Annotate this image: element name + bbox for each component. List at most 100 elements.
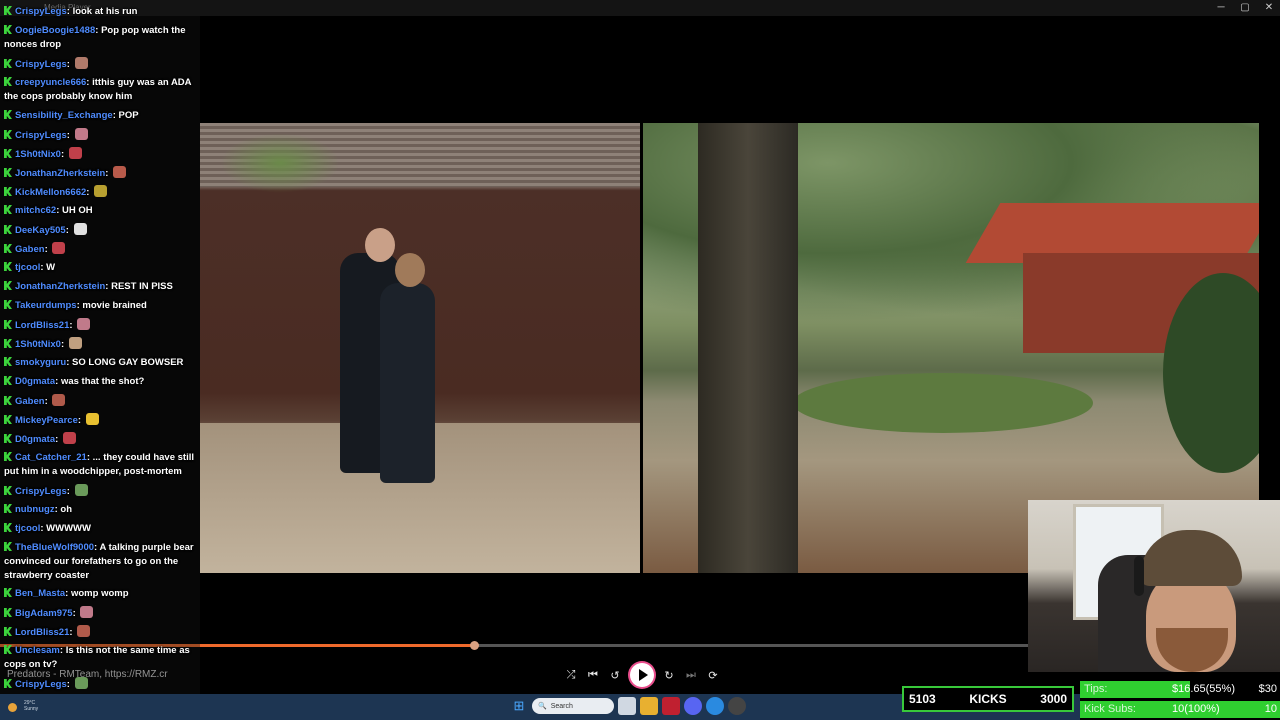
- chat-username[interactable]: CrispyLegs: [15, 59, 67, 70]
- officer-head-2: [395, 253, 425, 287]
- chat-username[interactable]: tjcool: [15, 262, 40, 273]
- chat-message: OogieBoogie1488: Pop pop watch the nonce…: [4, 25, 186, 50]
- chat-username[interactable]: JonathanZherkstein: [15, 168, 105, 179]
- chat-message: 1Sh0tNix0:: [4, 147, 196, 162]
- chat-username[interactable]: LordBliss21: [15, 627, 69, 638]
- chat-text: POP: [118, 110, 139, 121]
- tips-goal: $30: [1258, 683, 1277, 695]
- chat-text: look at his run: [72, 6, 138, 17]
- chat-username[interactable]: CrispyLegs: [15, 486, 67, 497]
- chat-message: D0gmata:: [4, 432, 196, 447]
- chat-message: DeeKay505:: [4, 223, 196, 238]
- chat-username[interactable]: KickMellon6662: [15, 187, 86, 198]
- browser-icon[interactable]: [706, 697, 724, 715]
- rewind-icon[interactable]: ↺: [604, 662, 626, 688]
- media-app-icon[interactable]: [662, 697, 680, 715]
- kicks-current: 5103: [909, 692, 936, 706]
- kick-badge-icon: [4, 627, 12, 636]
- minimize-button[interactable]: ─: [1210, 0, 1232, 16]
- chat-username[interactable]: DeeKay505: [15, 225, 66, 236]
- chat-username[interactable]: creepyuncle666: [15, 77, 86, 88]
- taskbar-icons: ⊞ 🔍 Search: [510, 697, 746, 715]
- chat-username[interactable]: JonathanZherkstein: [15, 281, 105, 292]
- chat-username[interactable]: Gaben: [15, 396, 45, 407]
- media-player-icon[interactable]: [728, 697, 746, 715]
- chat-username[interactable]: nubnugz: [15, 504, 55, 515]
- chat-username[interactable]: Sensibility_Exchange: [15, 110, 113, 121]
- maximize-button[interactable]: ▢: [1234, 0, 1256, 16]
- forward-icon[interactable]: ↻: [658, 662, 680, 688]
- chat-overlay: CrispyLegs: look at his run OogieBoogie14…: [0, 0, 200, 694]
- chat-username[interactable]: CrispyLegs: [15, 6, 67, 17]
- chat-username[interactable]: D0gmata: [15, 434, 55, 445]
- grass-patch: [793, 373, 1093, 433]
- play-icon: [638, 669, 648, 681]
- chat-text: SO LONG GAY BOWSER: [72, 357, 184, 368]
- webcam-overlay: [1028, 500, 1280, 672]
- chat-message: Sensibility_Exchange: POP: [4, 109, 196, 123]
- previous-icon[interactable]: ⏮: [582, 662, 604, 688]
- next-icon[interactable]: ⏭: [680, 662, 702, 688]
- chat-username[interactable]: Unclesam: [15, 645, 60, 656]
- chat-username[interactable]: MickeyPearce: [15, 415, 78, 426]
- playback-controls: ⤮ ⏮ ↺ ↻ ⏭ ⟳: [560, 662, 724, 688]
- chat-username[interactable]: Takeurdumps: [15, 300, 77, 311]
- chat-text: REST IN PISS: [111, 281, 173, 292]
- chat-text: UH OH: [62, 205, 93, 216]
- kick-badge-icon: [4, 339, 12, 348]
- kick-badge-icon: [4, 262, 12, 271]
- chat-emote-icon: [74, 57, 88, 69]
- chat-username[interactable]: Ben_Masta: [15, 588, 65, 599]
- chat-text: was that the shot?: [60, 376, 145, 387]
- kick-badge-icon: [4, 205, 12, 214]
- close-button[interactable]: ✕: [1258, 0, 1280, 16]
- chat-username[interactable]: mitchc62: [15, 205, 56, 216]
- discord-icon[interactable]: [684, 697, 702, 715]
- kick-badge-icon: [4, 110, 12, 119]
- shuffle-icon[interactable]: ⤮: [560, 662, 582, 688]
- chat-message: Gaben:: [4, 394, 196, 409]
- chat-username[interactable]: CrispyLegs: [15, 130, 67, 141]
- chat-username[interactable]: BigAdam975: [15, 608, 73, 619]
- task-view-icon[interactable]: [618, 697, 636, 715]
- chat-emote-icon: [73, 223, 87, 235]
- play-button[interactable]: [630, 663, 654, 687]
- tips-label: Tips:: [1084, 683, 1108, 695]
- repeat-icon[interactable]: ⟳: [702, 662, 724, 688]
- weather-widget[interactable]: 29°C Sunny: [8, 700, 48, 712]
- chat-username[interactable]: 1Sh0tNix0: [15, 149, 61, 160]
- file-explorer-icon[interactable]: [640, 697, 658, 715]
- video-frame-left: [200, 123, 640, 573]
- chat-emote-icon: [113, 166, 127, 178]
- taskbar-search[interactable]: 🔍 Search: [532, 698, 614, 714]
- chat-username[interactable]: Gaben: [15, 244, 45, 255]
- kick-badge-icon: [4, 523, 12, 532]
- kick-badge-icon: [4, 6, 12, 15]
- chat-emote-icon: [74, 484, 88, 496]
- seek-thumb[interactable]: [469, 641, 479, 650]
- chat-message: tjcool: W: [4, 261, 196, 275]
- chat-message: Unclesam: Is this not the same time as c…: [4, 645, 190, 670]
- tree-foliage: [220, 133, 340, 193]
- chat-message: TheBlueWolf9000: A talking purple bear c…: [4, 542, 194, 581]
- chat-text: WWWWW: [46, 523, 91, 534]
- kicks-goal-widget: 5103 KICKS 3000: [902, 686, 1074, 712]
- tips-value: $16.65(55%): [1172, 683, 1235, 695]
- chat-username[interactable]: smokyguru: [15, 357, 66, 368]
- chat-username[interactable]: TheBlueWolf9000: [15, 542, 94, 553]
- tips-goal-widget: Tips: $16.65(55%) $30 Kick Subs: 10(100%…: [1080, 679, 1280, 720]
- kick-badge-icon: [4, 452, 12, 461]
- chat-text: womp womp: [70, 588, 129, 599]
- chat-username[interactable]: CrispyLegs: [15, 679, 67, 690]
- chat-message: CrispyLegs:: [4, 57, 196, 72]
- kick-badge-icon: [4, 59, 12, 68]
- start-icon[interactable]: ⊞: [510, 697, 528, 715]
- chat-username[interactable]: OogieBoogie1488: [15, 25, 95, 36]
- chat-username[interactable]: Cat_Catcher_21: [15, 452, 87, 463]
- officer-figure-2: [380, 283, 435, 483]
- chat-username[interactable]: LordBliss21: [15, 320, 69, 331]
- chat-username[interactable]: 1Sh0tNix0: [15, 339, 61, 350]
- chat-username[interactable]: tjcool: [15, 523, 40, 534]
- kick-badge-icon: [4, 130, 12, 139]
- chat-username[interactable]: D0gmata: [15, 376, 55, 387]
